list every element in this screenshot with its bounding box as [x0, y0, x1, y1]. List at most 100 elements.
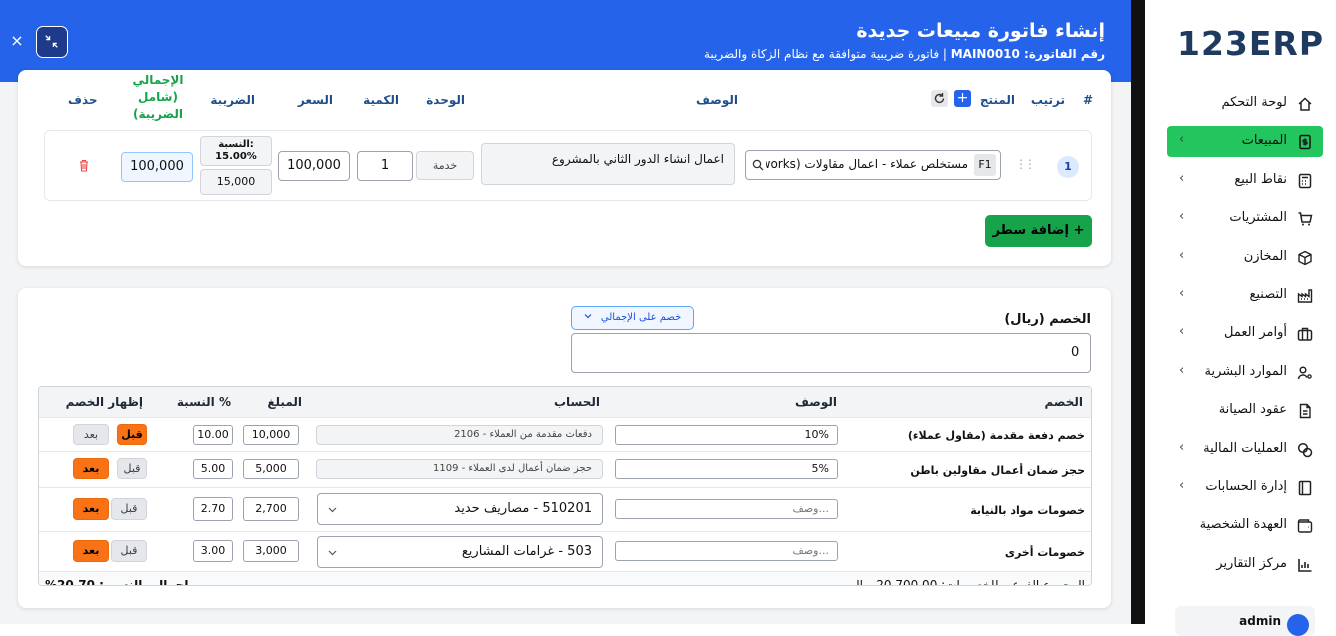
sidebar-item-label: عقود الصيانة	[1218, 402, 1287, 417]
close-icon[interactable]: ×	[10, 32, 24, 50]
tax-amount: 15,000	[200, 169, 272, 195]
sidebar-item-10[interactable]: العمليات المالية ‹	[1167, 434, 1323, 465]
discount-label: الخصم (ريال)	[1004, 312, 1091, 327]
deduction-desc-input[interactable]: وصف...	[615, 499, 838, 519]
sidebar-item-label: لوحة التحكم	[1221, 95, 1287, 110]
cart-icon	[1298, 212, 1313, 226]
description-input[interactable]: اعمال انشاء الدور الثاني بالمشروع	[481, 143, 735, 185]
before-button[interactable]: قبل	[111, 540, 147, 562]
sidebar-item-label: المشتريات	[1229, 210, 1287, 225]
before-button[interactable]: قبل	[117, 424, 147, 445]
deduction-row: خصم دفعة مقدمة (مقاول عملاء) 10% 2106 - …	[39, 417, 1091, 451]
discount-mode: خصم على الإجمالي	[600, 312, 682, 323]
col-tax: الضريبة	[210, 93, 255, 107]
sidebar-item-13[interactable]: مركز التقارير	[1167, 549, 1323, 580]
qty-input[interactable]: 1	[357, 151, 413, 181]
modal-title: إنشاء فاتورة مبيعات جديدة	[856, 20, 1105, 42]
chevron-left-icon: ‹	[1179, 209, 1185, 224]
avatar	[1287, 614, 1309, 636]
sidebar-item-2[interactable]: المبيعات ‹	[1167, 126, 1323, 157]
chevron-left-icon: ‹	[1179, 478, 1185, 493]
invoice-lines-card: # ترتيب المنتج + الوصف الوحدة الكمية الس…	[18, 70, 1111, 266]
sidebar-item-label: المبيعات	[1241, 133, 1287, 148]
discount-input[interactable]: 0	[571, 333, 1091, 373]
chevron-left-icon: ‹	[1179, 324, 1185, 339]
sidebar-item-9[interactable]: عقود الصيانة	[1167, 395, 1323, 426]
user-card[interactable]: admin	[1175, 606, 1315, 636]
sidebar-item-11[interactable]: إدارة الحسابات ‹	[1167, 472, 1323, 503]
deduction-label: حجز ضمان أعمال مقاولين باطن	[910, 464, 1085, 477]
logo: 123ERP	[1177, 24, 1325, 63]
briefcase-icon	[1297, 327, 1313, 341]
chevron-left-icon: ‹	[1179, 171, 1185, 186]
before-button[interactable]: قبل	[111, 498, 147, 520]
add-line-button[interactable]: + إضافة سطر	[985, 215, 1092, 247]
deduction-amount[interactable]: 10,000	[243, 425, 299, 445]
after-button[interactable]: بعد	[73, 498, 109, 520]
deduction-percent[interactable]: 3.00	[193, 540, 233, 562]
trash-icon[interactable]	[78, 159, 90, 172]
sidebar-item-label: نقاط البيع	[1234, 172, 1287, 187]
wallet-icon	[1297, 519, 1313, 533]
sidebar-item-3[interactable]: نقاط البيع ‹	[1167, 165, 1323, 196]
after-button[interactable]: بعد	[73, 458, 109, 479]
account-select[interactable]: 503 - غرامات المشاريع	[317, 536, 603, 568]
product-input[interactable]: F1 مستخلص عملاء - اعمال مقاولات (works	[745, 150, 1001, 180]
col-total-line1: الإجمالي	[132, 73, 184, 87]
refresh-button[interactable]	[931, 90, 948, 107]
add-product-button[interactable]: +	[954, 90, 971, 107]
deduction-percent[interactable]: 10.00	[193, 425, 233, 445]
th-deduction: الخصم	[1044, 395, 1083, 409]
deduction-account: 2106 - دفعات مقدمة من العملاء	[316, 425, 603, 445]
sidebar-item-6[interactable]: التصنيع ‹	[1167, 280, 1323, 311]
sidebar-item-1[interactable]: لوحة التحكم	[1167, 88, 1323, 119]
deduction-label: خصومات أخرى	[1004, 546, 1085, 559]
sidebar-item-5[interactable]: المخازن ‹	[1167, 242, 1323, 273]
sidebar-item-label: الموارد البشرية	[1204, 364, 1287, 379]
after-button[interactable]: بعد	[73, 424, 109, 445]
deductions-total-percent: إجمالي النسب: 20.70%	[45, 578, 189, 586]
sidebar-item-label: أوامر العمل	[1224, 325, 1287, 340]
col-total-line3: الضريبة)	[132, 107, 184, 121]
deduction-desc-input[interactable]: 10%	[615, 425, 838, 445]
deduction-percent[interactable]: 5.00	[193, 459, 233, 479]
deduction-amount[interactable]: 5,000	[243, 459, 299, 479]
deduction-account: 1109 - حجز ضمان أعمال لدى العملاء	[316, 459, 603, 479]
account-select[interactable]: 510201 - مصاريف حديد	[317, 493, 603, 525]
price-input[interactable]: 100,000	[278, 151, 350, 181]
deduction-amount[interactable]: 2,700	[243, 497, 299, 521]
sidebar-item-12[interactable]: العهدة الشخصية	[1167, 510, 1323, 541]
after-button[interactable]: بعد	[73, 540, 109, 562]
deductions-table: الخصم الوصف الحساب المبلغ النسبة % إظهار…	[38, 386, 1092, 586]
th-show: إظهار الخصم	[65, 395, 143, 409]
unit-field[interactable]: خدمة	[416, 151, 474, 180]
drag-handle-icon[interactable]: ⋮⋮	[1015, 157, 1036, 171]
deduction-desc-input[interactable]: 5%	[615, 459, 838, 479]
tax-rate: النسبة: 15.00%	[200, 136, 272, 166]
th-description: الوصف	[794, 395, 837, 409]
line-row: 1 ⋮⋮ F1 مستخلص عملاء - اعمال مقاولات (wo…	[44, 130, 1092, 201]
users-icon	[1297, 366, 1312, 380]
deduction-label: خصومات مواد بالنيابة	[970, 504, 1085, 517]
sidebar-item-7[interactable]: أوامر العمل ‹	[1167, 318, 1323, 349]
ledger-icon	[1298, 480, 1312, 496]
product-code: F1	[974, 154, 996, 176]
deduction-row: حجز ضمان أعمال مقاولين باطن 5% 1109 - حج…	[39, 451, 1091, 487]
deduction-desc-input[interactable]: وصف...	[615, 541, 838, 561]
sidebar-item-4[interactable]: المشتريات ‹	[1167, 203, 1323, 234]
invoice-number: رقم الفاتورة: MAIN0010	[950, 47, 1105, 61]
minimize-button[interactable]	[36, 26, 68, 58]
sidebar-item-label: المخازن	[1243, 249, 1287, 264]
col-price: السعر	[297, 93, 333, 107]
discount-mode-select[interactable]: خصم على الإجمالي	[571, 306, 694, 330]
col-unit: الوحدة	[426, 93, 465, 107]
deductions-footer: المجموع الفرعي للخصومات: 20,700.00 ريال …	[39, 571, 1091, 586]
chevron-left-icon: ‹	[1179, 132, 1185, 147]
deduction-amount[interactable]: 3,000	[243, 540, 299, 562]
sidebar-item-8[interactable]: الموارد البشرية ‹	[1167, 357, 1323, 388]
sidebar-item-label: العمليات المالية	[1203, 441, 1287, 456]
sidebar-item-label: العهدة الشخصية	[1199, 517, 1287, 532]
chart-icon	[1298, 559, 1312, 572]
deduction-percent[interactable]: 2.70	[193, 497, 233, 521]
before-button[interactable]: قبل	[117, 458, 147, 479]
